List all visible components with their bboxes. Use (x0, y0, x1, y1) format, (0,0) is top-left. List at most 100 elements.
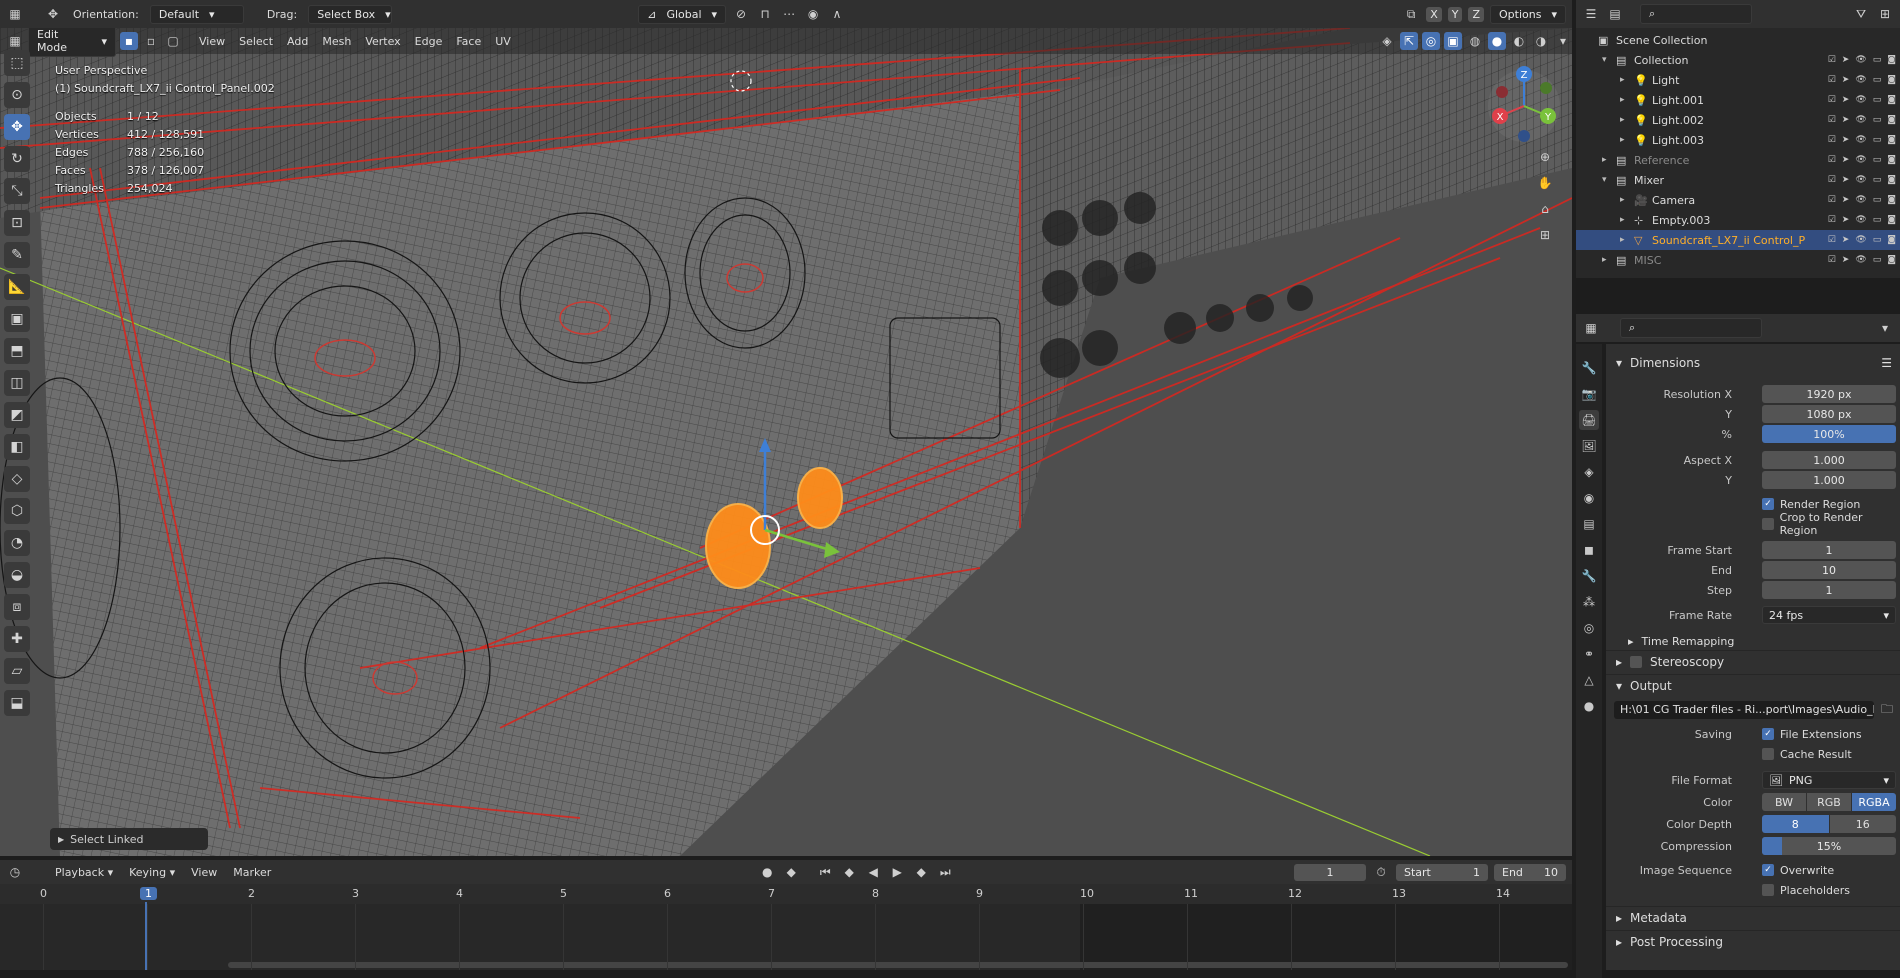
properties-search[interactable]: ⌕ (1620, 318, 1762, 338)
chevron-down-icon[interactable]: ▸ (1602, 255, 1616, 265)
zoom-icon[interactable]: ⊕ (1536, 148, 1554, 166)
checkbox-icon[interactable]: ☑ (1828, 215, 1836, 225)
chevron-right-icon[interactable]: ▸ (1620, 195, 1634, 205)
chevron-right-icon[interactable]: ▸ (1620, 235, 1634, 245)
outliner-row[interactable]: ▾ ▤ Collection ☑ ➤ 👁 ▭ ◙ (1576, 50, 1900, 70)
select-arrow-icon[interactable]: ➤ (1842, 255, 1850, 265)
gizmo-toggle-icon[interactable]: ⇱ (1400, 32, 1418, 50)
proportional-edit-icon[interactable]: ◉ (804, 5, 822, 23)
options-dropdown[interactable]: Options ▾ (1490, 4, 1566, 24)
rip-region-icon[interactable]: ⬓ (4, 690, 30, 716)
checkbox-icon[interactable]: ☑ (1828, 55, 1836, 65)
outliner-row[interactable]: ▸ ▤ Reference ☑ ➤ 👁 ▭ ◙ (1576, 150, 1900, 170)
editor-type-icon[interactable]: ☰ (1582, 5, 1600, 23)
render-camera-icon[interactable]: ◙ (1887, 235, 1896, 245)
cache-result-checkbox[interactable]: Cache Result (1762, 748, 1852, 761)
modifier-tab-icon[interactable]: 🔧 (1579, 566, 1599, 586)
menu-face[interactable]: Face (451, 33, 486, 50)
transform-space-dropdown[interactable]: ⊿ Global ▾ (638, 4, 727, 24)
frame-step-field[interactable]: 1 (1762, 581, 1896, 599)
render-camera-icon[interactable]: ◙ (1887, 95, 1896, 105)
output-tab-icon[interactable]: 🖨 (1579, 410, 1599, 430)
viewport-icon[interactable]: ▭ (1873, 215, 1882, 225)
list-icon[interactable]: ☰ (1881, 356, 1892, 370)
outliner-row[interactable]: ▸ 💡 Light.002 ☑ ➤ 👁 ▭ ◙ (1576, 110, 1900, 130)
outliner-row[interactable]: ▸ ▤ MISC ☑ ➤ 👁 ▭ ◙ (1576, 250, 1900, 270)
checkbox-icon[interactable]: ☑ (1828, 195, 1836, 205)
checkbox-icon[interactable]: ☑ (1828, 175, 1836, 185)
transform-tool-icon[interactable]: ✥ (44, 5, 62, 23)
outliner-row[interactable]: ▸ 💡 Light.001 ☑ ➤ 👁 ▭ ◙ (1576, 90, 1900, 110)
axis-y-toggle[interactable]: Y (1447, 6, 1463, 22)
keyframe-icon[interactable]: ◆ (782, 863, 800, 881)
overlay-toggle-icon[interactable]: ◎ (1422, 32, 1440, 50)
render-camera-icon[interactable]: ◙ (1887, 175, 1896, 185)
eye-icon[interactable]: 👁 (1855, 55, 1866, 65)
checkbox-icon[interactable]: ☑ (1828, 75, 1836, 85)
select-arrow-icon[interactable]: ➤ (1842, 135, 1850, 145)
filter-icon[interactable]: ⛛ (1852, 5, 1870, 23)
orientation-dropdown[interactable]: Default ▾ (149, 4, 244, 24)
placeholders-checkbox[interactable]: Placeholders (1762, 884, 1850, 897)
editor-type-icon[interactable]: ▦ (1582, 319, 1600, 337)
render-camera-icon[interactable]: ◙ (1887, 255, 1896, 265)
eye-icon[interactable]: 👁 (1855, 215, 1866, 225)
eye-icon[interactable]: 👁 (1855, 135, 1866, 145)
record-icon[interactable]: ● (758, 863, 776, 881)
checkbox-icon[interactable]: ☑ (1828, 135, 1836, 145)
viewport-icon[interactable]: ▭ (1873, 155, 1882, 165)
move-icon[interactable]: ✥ (4, 114, 30, 140)
new-collection-icon[interactable]: ⊞ (1876, 5, 1894, 23)
render-camera-icon[interactable]: ◙ (1887, 75, 1896, 85)
metadata-section[interactable]: ▸ Metadata (1606, 906, 1900, 928)
editor-type-icon[interactable]: ◷ (6, 863, 24, 881)
vertex-select-icon[interactable]: ▪ (120, 32, 138, 50)
eye-icon[interactable]: 👁 (1855, 235, 1866, 245)
scene-tab-icon[interactable]: ◈ (1579, 462, 1599, 482)
chevron-down-icon[interactable]: ▾ (1876, 319, 1894, 337)
shear-icon[interactable]: ▱ (4, 658, 30, 684)
measure-icon[interactable]: 📐 (4, 274, 30, 300)
smooth-icon[interactable]: ◒ (4, 562, 30, 588)
chevron-right-icon[interactable]: ▸ (1620, 75, 1634, 85)
wireframe-shading-icon[interactable]: ◍ (1466, 32, 1484, 50)
select-arrow-icon[interactable]: ➤ (1842, 175, 1850, 185)
chevron-down-icon[interactable]: ▾ (1602, 55, 1616, 65)
chevron-down-icon[interactable]: ▾ (1602, 175, 1616, 185)
next-keyframe-icon[interactable]: ◆ (912, 863, 930, 881)
viewport-icon[interactable]: ▭ (1873, 115, 1882, 125)
material-tab-icon[interactable]: ● (1579, 696, 1599, 716)
extrude-icon[interactable]: ⬒ (4, 338, 30, 364)
poly-build-icon[interactable]: ⬡ (4, 498, 30, 524)
data-tab-icon[interactable]: △ (1579, 670, 1599, 690)
eye-icon[interactable]: 👁 (1855, 255, 1866, 265)
menu-add[interactable]: Add (282, 33, 313, 50)
file-format-dropdown[interactable]: 🖼 PNG ▾ (1762, 771, 1896, 789)
select-arrow-icon[interactable]: ➤ (1842, 195, 1850, 205)
frame-rate-dropdown[interactable]: 24 fps ▾ (1762, 606, 1896, 624)
bevel-icon[interactable]: ◩ (4, 402, 30, 428)
editor-type-icon[interactable]: ▦ (6, 5, 24, 23)
render-camera-icon[interactable]: ◙ (1887, 215, 1896, 225)
select-arrow-icon[interactable]: ➤ (1842, 95, 1850, 105)
time-remapping-section[interactable]: ▸ Time Remapping (1606, 630, 1900, 652)
shrink-fatten-icon[interactable]: ✚ (4, 626, 30, 652)
viewport-icon[interactable]: ▭ (1873, 175, 1882, 185)
physics-tab-icon[interactable]: ◎ (1579, 618, 1599, 638)
post-processing-section[interactable]: ▸ Post Processing (1606, 930, 1900, 952)
render-camera-icon[interactable]: ◙ (1887, 195, 1896, 205)
outliner-row[interactable]: ▾ ▤ Mixer ☑ ➤ 👁 ▭ ◙ (1576, 170, 1900, 190)
snap-target-icon[interactable]: ⋯ (780, 5, 798, 23)
depth-8-option[interactable]: 8 (1762, 815, 1829, 833)
menu-view[interactable]: View (194, 33, 230, 50)
eye-icon[interactable]: 👁 (1855, 115, 1866, 125)
display-mode-icon[interactable]: ▤ (1606, 5, 1624, 23)
chevron-down-icon[interactable]: ▾ (1554, 32, 1572, 50)
viewport-icon[interactable]: ▭ (1873, 95, 1882, 105)
mode-dropdown[interactable]: Edit Mode ▾ (28, 28, 116, 57)
output-path-field[interactable]: H:\01 CG Trader files - Ri...port\Images… (1614, 701, 1874, 719)
menu-view[interactable]: View (186, 864, 222, 881)
outliner-row[interactable]: ▸ 💡 Light ☑ ➤ 👁 ▭ ◙ (1576, 70, 1900, 90)
menu-playback[interactable]: Playback ▾ (50, 864, 118, 881)
navigation-gizmo[interactable]: Z X Y (1484, 66, 1564, 146)
